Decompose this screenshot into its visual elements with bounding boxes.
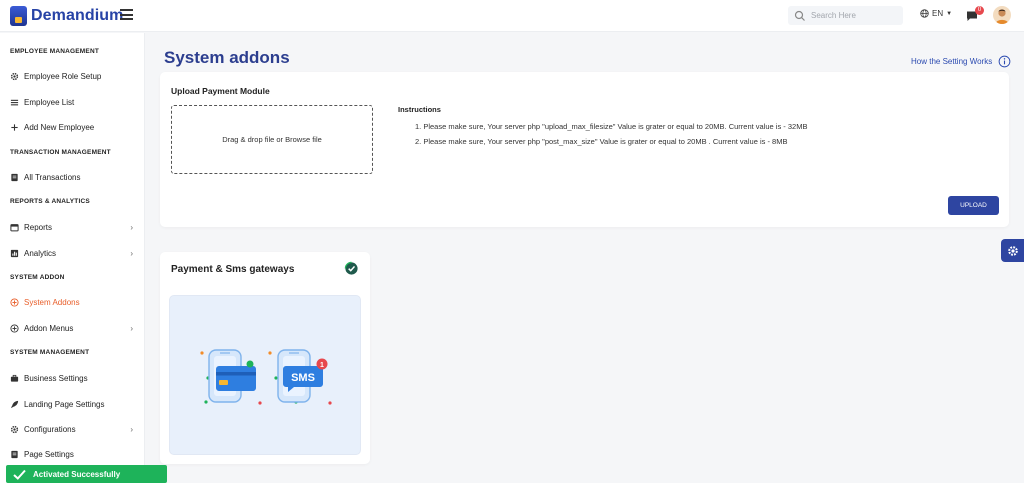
list-icon — [10, 98, 19, 107]
instruction-item: 1. Please make sure, Your server php "up… — [415, 122, 808, 131]
chevron-right-icon: › — [130, 248, 133, 258]
globe-icon — [920, 9, 929, 18]
sidebar-item-employee-list[interactable]: Employee List — [10, 95, 135, 109]
sidebar-item-add-new-employee[interactable]: Add New Employee — [10, 120, 135, 134]
sidebar-item-label: Employee Role Setup — [24, 71, 102, 81]
avatar[interactable] — [993, 6, 1011, 24]
sidebar-item-reports[interactable]: Reports › — [10, 220, 135, 234]
sms-label: SMS — [291, 372, 315, 384]
dropzone-text: Drag & drop file or Browse file — [222, 135, 322, 144]
menu-toggle-icon[interactable] — [120, 9, 133, 20]
file-dropzone[interactable]: Drag & drop file or Browse file — [171, 105, 373, 174]
gear-icon — [1007, 245, 1018, 256]
user-avatar-icon — [995, 9, 1009, 24]
plus-icon — [10, 123, 19, 132]
instruction-item: 2. Please make sure, Your server php "po… — [415, 137, 788, 146]
gateway-card-title: Payment & Sms gateways — [171, 264, 295, 275]
sidebar-item-addon-menus[interactable]: Addon Menus › — [10, 321, 135, 335]
sidebar-section-reports: REPORTS & ANALYTICS — [10, 198, 90, 205]
sidebar: EMPLOYEE MANAGEMENT Employee Role Setup … — [0, 33, 145, 483]
chevron-right-icon: › — [130, 222, 133, 232]
logo-icon — [10, 6, 27, 26]
activated-check-icon[interactable] — [344, 261, 359, 276]
upload-card-title: Upload Payment Module — [171, 86, 270, 96]
sidebar-item-label: Business Settings — [24, 373, 88, 383]
sidebar-item-landing-page-settings[interactable]: Landing Page Settings — [10, 397, 135, 411]
sidebar-section-system: SYSTEM MANAGEMENT — [10, 349, 90, 356]
success-toast: Activated Successfully — [6, 465, 167, 483]
top-header: Demandium EN ▼ 0 — [0, 0, 1024, 32]
sidebar-item-page-settings[interactable]: Page Settings — [10, 447, 135, 461]
sidebar-item-label: Add New Employee — [24, 122, 95, 132]
document-icon — [10, 450, 19, 459]
sms-badge: 1 — [320, 362, 324, 369]
chart-icon — [10, 249, 19, 258]
check-icon — [13, 469, 26, 480]
sidebar-item-label: Analytics — [24, 248, 57, 258]
gear-icon — [10, 425, 19, 434]
instructions-title: Instructions — [398, 105, 441, 114]
chevron-right-icon: › — [130, 424, 133, 434]
instructions-list: 1. Please make sure, Your server php "up… — [415, 122, 807, 152]
sidebar-section-transaction: TRANSACTION MANAGEMENT — [10, 149, 111, 156]
language-label: EN — [932, 9, 944, 18]
brand-logo[interactable]: Demandium — [10, 6, 123, 26]
chevron-right-icon: › — [130, 323, 133, 333]
payment-sms-gateway-card: Payment & Sms gateways SMS 1 — [160, 252, 370, 464]
gear-icon — [10, 72, 19, 81]
how-link-label: How the Setting Works — [911, 57, 993, 66]
document-icon — [10, 173, 19, 182]
sidebar-item-label: Reports — [24, 222, 53, 232]
sidebar-item-label: Configurations — [24, 424, 76, 434]
payment-sms-illustration-icon: SMS 1 — [200, 349, 332, 405]
language-selector[interactable]: EN ▼ — [920, 9, 952, 18]
notification-button[interactable]: 0 — [966, 6, 984, 23]
sidebar-item-label: Landing Page Settings — [24, 399, 105, 409]
sidebar-item-label: Addon Menus — [24, 323, 74, 333]
sidebar-item-all-transactions[interactable]: All Transactions — [10, 170, 135, 184]
addon-icon — [10, 297, 19, 307]
upload-button[interactable]: UPLOAD — [948, 196, 999, 215]
briefcase-icon — [10, 374, 19, 383]
sidebar-item-label: Employee List — [24, 97, 75, 107]
sidebar-section-addon: SYSTEM ADDON — [10, 274, 65, 281]
plus-circle-icon — [10, 323, 19, 333]
brand-name: Demandium — [31, 7, 124, 24]
search-box — [788, 6, 903, 25]
settings-fab-button[interactable] — [1001, 239, 1024, 262]
chevron-down-icon: ▼ — [946, 10, 953, 17]
search-icon — [794, 10, 805, 21]
how-setting-works-link[interactable]: How the Setting Works — [911, 55, 1011, 68]
page-title: System addons — [164, 48, 290, 67]
sidebar-section-employee: EMPLOYEE MANAGEMENT — [10, 48, 100, 55]
sidebar-item-analytics[interactable]: Analytics › — [10, 246, 135, 260]
toast-message: Activated Successfully — [33, 469, 121, 479]
rocket-icon — [10, 400, 19, 409]
search-input[interactable] — [811, 11, 897, 20]
sidebar-item-configurations[interactable]: Configurations › — [10, 422, 135, 436]
sidebar-item-system-addons[interactable]: System Addons — [10, 295, 135, 309]
sidebar-item-employee-role-setup[interactable]: Employee Role Setup — [10, 69, 135, 83]
sidebar-item-label: Page Settings — [24, 449, 74, 459]
sidebar-item-label: All Transactions — [24, 172, 81, 182]
upload-module-card: Upload Payment Module Drag & drop file o… — [160, 72, 1009, 227]
notification-badge: 0 — [975, 6, 984, 15]
sidebar-item-label: System Addons — [24, 297, 80, 307]
calendar-icon — [10, 223, 19, 232]
gateway-illustration: SMS 1 — [169, 295, 361, 455]
info-icon — [998, 55, 1011, 68]
sidebar-item-business-settings[interactable]: Business Settings — [10, 371, 135, 385]
